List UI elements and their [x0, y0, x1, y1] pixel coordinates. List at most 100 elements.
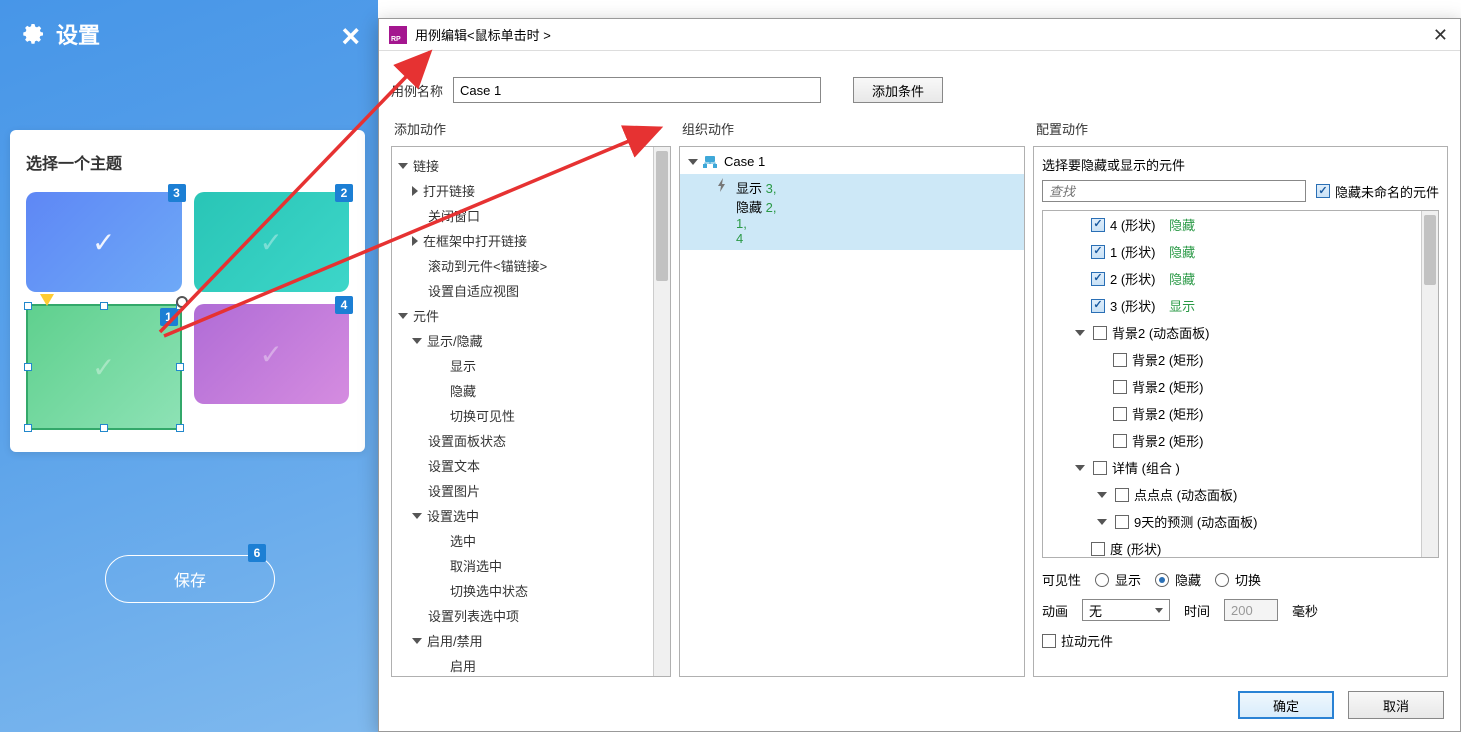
tree-item[interactable]: 在框架中打开链接 [392, 228, 670, 253]
tree-item[interactable]: 显示 [392, 353, 670, 378]
widget-row[interactable]: 背景2 (动态面板) [1043, 319, 1438, 346]
check-icon: ✓ [260, 338, 283, 371]
widget-row[interactable]: 详情 (组合 ) [1043, 454, 1438, 481]
checkbox-icon[interactable] [1093, 461, 1107, 475]
sel-handle[interactable] [24, 424, 32, 432]
checkbox-icon[interactable] [1091, 272, 1105, 286]
tree-item[interactable]: 设置文本 [392, 453, 670, 478]
tree-item[interactable]: 关闭窗口 [392, 203, 670, 228]
expand-icon[interactable] [1097, 519, 1107, 525]
widget-row[interactable]: 背景2 (矩形) [1043, 346, 1438, 373]
tree-item[interactable]: 元件 [392, 303, 670, 328]
checkbox-icon[interactable] [1113, 407, 1127, 421]
tree-item[interactable]: 启用/禁用 [392, 628, 670, 653]
widget-row[interactable]: 度 (形状) [1043, 535, 1438, 558]
sel-handle[interactable] [24, 302, 32, 310]
tree-item-label: 隐藏 [450, 381, 476, 400]
expand-icon[interactable] [398, 313, 408, 319]
org-case-row[interactable]: Case 1 [680, 151, 1024, 172]
cancel-button[interactable]: 取消 [1348, 691, 1444, 719]
expand-icon[interactable] [1075, 465, 1085, 471]
checkbox-icon[interactable] [1113, 353, 1127, 367]
tree-item-label: 在框架中打开链接 [423, 231, 527, 250]
check-icon: ✓ [92, 351, 115, 384]
hide-unnamed-checkbox[interactable]: 隐藏未命名的元件 [1316, 182, 1439, 201]
dialog-close-button[interactable]: ✕ [1433, 25, 1448, 46]
case-name-input[interactable] [453, 77, 821, 103]
expand-icon[interactable] [1097, 492, 1107, 498]
checkbox-icon[interactable] [1091, 245, 1105, 259]
checkbox-icon[interactable] [1115, 488, 1129, 502]
widget-row[interactable]: 点点点 (动态面板) [1043, 481, 1438, 508]
scrollbar[interactable] [653, 147, 670, 676]
tree-item[interactable]: 设置图片 [392, 478, 670, 503]
sel-handle[interactable] [100, 424, 108, 432]
theme-card: 选择一个主题 ✓ 3 ✓ 2 ✓ 1 [10, 130, 365, 452]
tree-item[interactable]: 切换可见性 [392, 403, 670, 428]
expand-icon[interactable] [398, 163, 408, 169]
vis-show-radio[interactable]: 显示 [1095, 570, 1141, 589]
widget-row[interactable]: 背景2 (矩形) [1043, 427, 1438, 454]
tree-item[interactable]: 切换选中状态 [392, 578, 670, 603]
sel-handle[interactable] [24, 363, 32, 371]
tree-item[interactable]: 打开链接 [392, 178, 670, 203]
tree-item[interactable]: 设置选中 [392, 503, 670, 528]
expand-icon[interactable] [1075, 330, 1085, 336]
save-button[interactable]: 保存 6 [105, 555, 275, 603]
org-action-row[interactable]: 显示 3, 隐藏 2, 1, 4 [680, 174, 1024, 250]
scrollbar[interactable] [1421, 211, 1438, 557]
widget-row[interactable]: 9天的预测 (动态面板) [1043, 508, 1438, 535]
widget-row[interactable]: 1 (形状) 隐藏 [1043, 238, 1438, 265]
tree-item[interactable]: 设置面板状态 [392, 428, 670, 453]
theme-tile-blue[interactable]: ✓ 3 [26, 192, 182, 292]
checkbox-icon[interactable] [1091, 218, 1105, 232]
theme-tile-purple[interactable]: ✓ 4 [194, 304, 350, 404]
sel-handle[interactable] [176, 424, 184, 432]
vis-hide-radio[interactable]: 隐藏 [1155, 570, 1201, 589]
widget-row[interactable]: 背景2 (矩形) [1043, 373, 1438, 400]
expand-icon[interactable] [412, 236, 418, 246]
checkbox-icon[interactable] [1093, 326, 1107, 340]
checkbox-icon[interactable] [1091, 299, 1105, 313]
sel-handle[interactable] [100, 302, 108, 310]
tree-item[interactable]: 取消选中 [392, 553, 670, 578]
tree-item[interactable]: 链接 [392, 153, 670, 178]
widget-row[interactable]: 4 (形状) 隐藏 [1043, 211, 1438, 238]
tree-item[interactable]: 设置自适应视图 [392, 278, 670, 303]
checkbox-icon[interactable] [1113, 434, 1127, 448]
expand-icon[interactable] [412, 513, 422, 519]
expand-icon[interactable] [688, 159, 698, 165]
dialog-title-bar[interactable]: 用例编辑<鼠标单击时 > ✕ [379, 19, 1460, 51]
expand-icon[interactable] [412, 186, 418, 196]
cfg-search-input[interactable] [1042, 180, 1306, 202]
theme-tile-teal[interactable]: ✓ 2 [194, 192, 350, 292]
theme-tile-green-selected[interactable]: ✓ 1 [26, 304, 182, 430]
tree-item[interactable]: 滚动到元件<锚链接> [392, 253, 670, 278]
widget-row[interactable]: 3 (形状) 显示 [1043, 292, 1438, 319]
widget-row[interactable]: 2 (形状) 隐藏 [1043, 265, 1438, 292]
tree-item[interactable]: 显示/隐藏 [392, 328, 670, 353]
sel-rotate-handle[interactable] [176, 296, 188, 308]
tree-item[interactable]: 隐藏 [392, 378, 670, 403]
bolt-icon [716, 178, 728, 195]
expand-icon[interactable] [412, 338, 422, 344]
checkbox-icon[interactable] [1115, 515, 1129, 529]
actions-tree[interactable]: 链接打开链接关闭窗口在框架中打开链接滚动到元件<锚链接>设置自适应视图元件显示/… [392, 147, 670, 676]
animation-select[interactable]: 无 [1082, 599, 1170, 621]
expand-icon[interactable] [412, 638, 422, 644]
widget-label: 9天的预测 (动态面板) [1134, 512, 1258, 531]
settings-close-button[interactable]: × [341, 18, 360, 55]
tree-item[interactable]: 启用 [392, 653, 670, 676]
add-condition-button[interactable]: 添加条件 [853, 77, 943, 103]
ok-button[interactable]: 确定 [1238, 691, 1334, 719]
widget-row[interactable]: 背景2 (矩形) [1043, 400, 1438, 427]
time-input[interactable] [1224, 599, 1278, 621]
checkbox-icon[interactable] [1091, 542, 1105, 556]
tree-item[interactable]: 设置列表选中项 [392, 603, 670, 628]
drag-widgets-checkbox[interactable]: 拉动元件 [1042, 631, 1113, 650]
tree-item[interactable]: 选中 [392, 528, 670, 553]
widget-list[interactable]: 4 (形状) 隐藏1 (形状) 隐藏2 (形状) 隐藏3 (形状) 显示背景2 … [1042, 210, 1439, 558]
sel-handle[interactable] [176, 363, 184, 371]
vis-toggle-radio[interactable]: 切换 [1215, 570, 1261, 589]
checkbox-icon[interactable] [1113, 380, 1127, 394]
